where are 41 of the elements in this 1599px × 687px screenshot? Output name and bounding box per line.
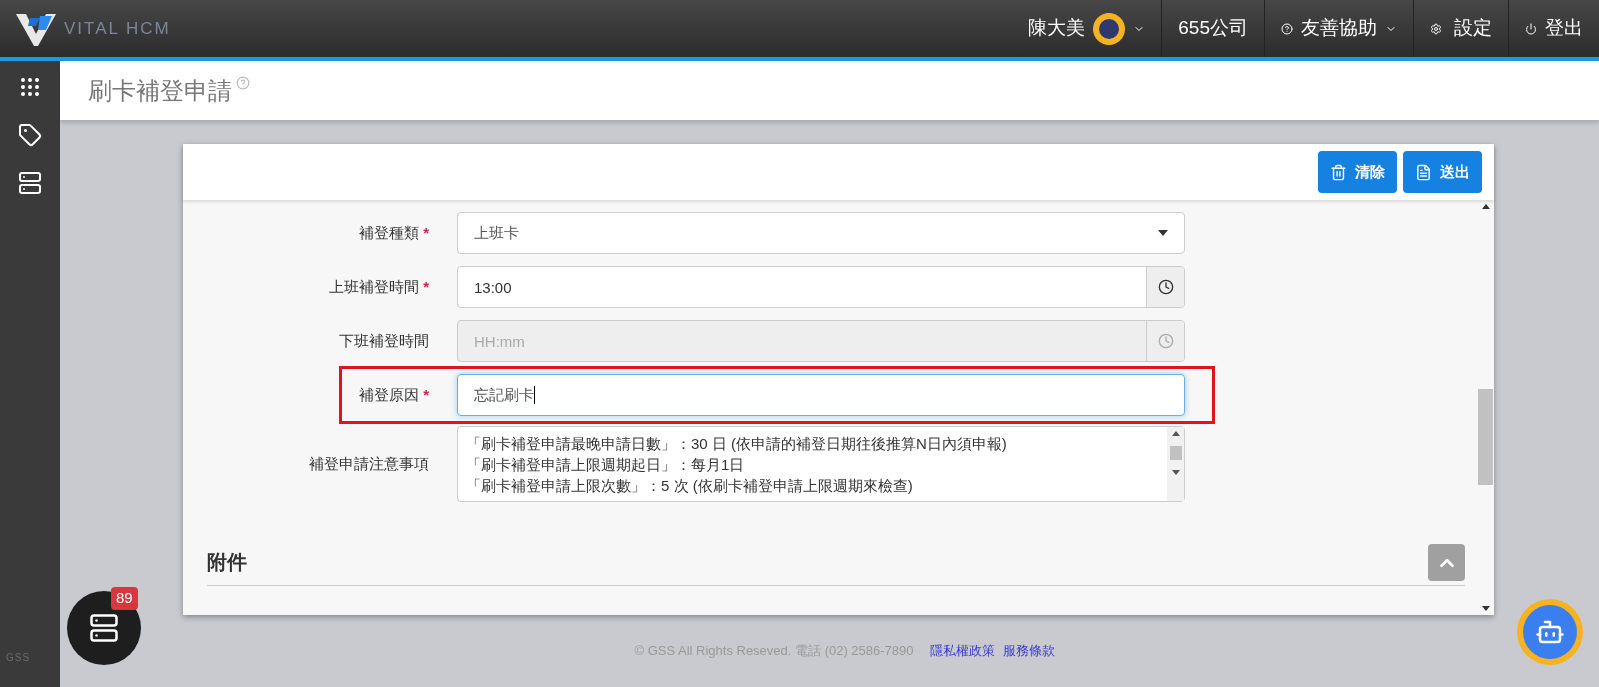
scroll-top-button[interactable] — [1428, 544, 1465, 581]
company-name[interactable]: 655公司 — [1162, 0, 1265, 57]
help-icon — [1281, 22, 1293, 35]
field-label: 下班補登時間 — [339, 330, 429, 351]
logout-button[interactable]: 登出 — [1509, 0, 1599, 57]
page-title: 刷卡補登申請 — [88, 75, 232, 106]
notes-line: 「刷卡補登申請上限次數」：5 次 (依刷卡補登申請上限週期來檢查) — [466, 476, 913, 496]
clock-icon[interactable] — [1146, 267, 1184, 307]
required-asterisk: * — [423, 276, 429, 297]
server-icon[interactable] — [18, 171, 42, 195]
field-label: 補登申請注意事項 — [309, 453, 429, 474]
power-icon — [1525, 22, 1537, 35]
type-select[interactable]: 上班卡 — [457, 212, 1185, 254]
help-menu[interactable]: 友善協助 — [1265, 0, 1414, 57]
avatar-icon[interactable] — [1093, 12, 1126, 45]
tag-icon[interactable] — [18, 123, 42, 147]
notes-line: 「刷卡補登申請最晚申請日數」：30 日 (依申請的補登日期往後推算N日內須申報) — [466, 434, 1007, 454]
grid-icon[interactable] — [18, 75, 42, 99]
submit-button[interactable]: 送出 — [1403, 151, 1482, 193]
document-icon — [1415, 163, 1432, 181]
server-icon — [89, 613, 119, 643]
logo-icon — [16, 11, 56, 46]
clear-button[interactable]: 清除 — [1318, 151, 1397, 193]
brand-name: VITAL HCM — [64, 17, 171, 40]
settings-button[interactable]: 設定 — [1414, 0, 1509, 57]
notification-badge: 89 — [111, 587, 138, 610]
footer-link[interactable]: 隱私權政策 — [929, 641, 995, 661]
field-label: 補登原因 — [359, 384, 420, 405]
reason-input[interactable]: 忘記刷卡 — [457, 374, 1185, 416]
notes-textarea[interactable]: 「刷卡補登申請最晚申請日數」：30 日 (依申請的補登日期往後推算N日內須申報) 「刷卡補登申請上限週期起日」：每月1日 「刷卡補登申請上限次數」：5 次 (依刷卡補登申請上限週期來檢查) — [457, 426, 1185, 502]
trash-icon — [1330, 163, 1347, 181]
field-label: 補登種類 — [359, 222, 420, 243]
user-name[interactable]: 陳大美 — [1028, 14, 1086, 43]
section-title: 附件 — [207, 550, 247, 575]
field-label: 上班補登時間 — [329, 276, 420, 297]
footer-link[interactable]: 服務條款 — [1002, 641, 1055, 661]
required-asterisk: * — [423, 222, 429, 243]
notes-line: 「刷卡補登申請上限週期起日」：每月1日 — [466, 455, 745, 475]
dropdown-caret-icon — [1158, 230, 1168, 236]
settings-icon — [1430, 22, 1442, 35]
required-asterisk: * — [423, 384, 429, 405]
